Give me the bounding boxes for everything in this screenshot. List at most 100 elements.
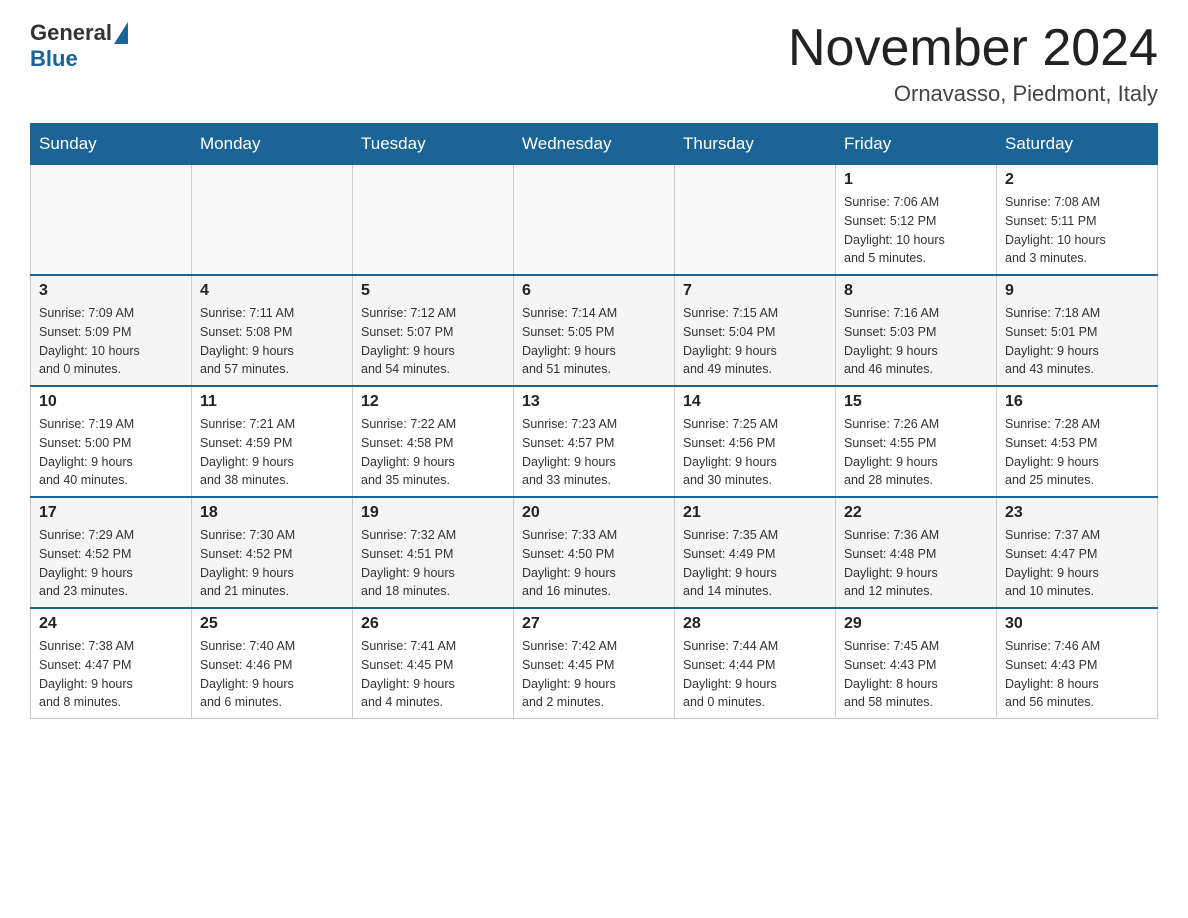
logo-general-text: General [30, 20, 112, 46]
day-info: Sunrise: 7:32 AM Sunset: 4:51 PM Dayligh… [361, 526, 505, 601]
title-area: November 2024 Ornavasso, Piedmont, Italy [788, 20, 1158, 107]
day-info: Sunrise: 7:06 AM Sunset: 5:12 PM Dayligh… [844, 193, 988, 268]
day-number: 27 [522, 615, 666, 633]
day-number: 28 [683, 615, 827, 633]
calendar-cell: 29 Sunrise: 7:45 AM Sunset: 4:43 PM Dayli… [836, 608, 997, 719]
day-info: Sunrise: 7:21 AM Sunset: 4:59 PM Dayligh… [200, 415, 344, 490]
day-number: 11 [200, 393, 344, 411]
calendar-table: SundayMondayTuesdayWednesdayThursdayFrid… [30, 123, 1158, 719]
calendar-cell [514, 165, 675, 276]
calendar-cell: 17 Sunrise: 7:29 AM Sunset: 4:52 PM Dayli… [31, 497, 192, 608]
day-info: Sunrise: 7:15 AM Sunset: 5:04 PM Dayligh… [683, 304, 827, 379]
day-info: Sunrise: 7:36 AM Sunset: 4:48 PM Dayligh… [844, 526, 988, 601]
weekday-header-sunday: Sunday [31, 124, 192, 165]
calendar-cell: 30Sunrise: 7:46 AM Sunset: 4:43 PM Dayli… [997, 608, 1158, 719]
day-number: 22 [844, 504, 988, 522]
calendar-cell: 24 Sunrise: 7:38 AM Sunset: 4:47 PM Dayli… [31, 608, 192, 719]
logo-blue-text: Blue [30, 46, 78, 72]
calendar-cell: 1 Sunrise: 7:06 AM Sunset: 5:12 PM Daylig… [836, 165, 997, 276]
day-info: Sunrise: 7:35 AM Sunset: 4:49 PM Dayligh… [683, 526, 827, 601]
weekday-header-saturday: Saturday [997, 124, 1158, 165]
day-number: 9 [1005, 282, 1149, 300]
day-info: Sunrise: 7:38 AM Sunset: 4:47 PM Dayligh… [39, 637, 183, 712]
calendar-cell: 6Sunrise: 7:14 AM Sunset: 5:05 PM Daylig… [514, 275, 675, 386]
day-number: 10 [39, 393, 183, 411]
calendar-cell: 13Sunrise: 7:23 AM Sunset: 4:57 PM Dayli… [514, 386, 675, 497]
day-number: 29 [844, 615, 988, 633]
day-number: 26 [361, 615, 505, 633]
calendar-cell: 28 Sunrise: 7:44 AM Sunset: 4:44 PM Dayli… [675, 608, 836, 719]
calendar-cell [192, 165, 353, 276]
day-info: Sunrise: 7:12 AM Sunset: 5:07 PM Dayligh… [361, 304, 505, 379]
calendar-cell: 15Sunrise: 7:26 AM Sunset: 4:55 PM Dayli… [836, 386, 997, 497]
day-info: Sunrise: 7:28 AM Sunset: 4:53 PM Dayligh… [1005, 415, 1149, 490]
weekday-header-monday: Monday [192, 124, 353, 165]
day-info: Sunrise: 7:46 AM Sunset: 4:43 PM Dayligh… [1005, 637, 1149, 712]
day-info: Sunrise: 7:22 AM Sunset: 4:58 PM Dayligh… [361, 415, 505, 490]
calendar-cell: 20Sunrise: 7:33 AM Sunset: 4:50 PM Dayli… [514, 497, 675, 608]
calendar-cell: 21Sunrise: 7:35 AM Sunset: 4:49 PM Dayli… [675, 497, 836, 608]
calendar-week-row: 3 Sunrise: 7:09 AM Sunset: 5:09 PM Daylig… [31, 275, 1158, 386]
day-info: Sunrise: 7:30 AM Sunset: 4:52 PM Dayligh… [200, 526, 344, 601]
day-info: Sunrise: 7:25 AM Sunset: 4:56 PM Dayligh… [683, 415, 827, 490]
calendar-cell: 16 Sunrise: 7:28 AM Sunset: 4:53 PM Dayli… [997, 386, 1158, 497]
day-info: Sunrise: 7:09 AM Sunset: 5:09 PM Dayligh… [39, 304, 183, 379]
day-number: 23 [1005, 504, 1149, 522]
day-info: Sunrise: 7:40 AM Sunset: 4:46 PM Dayligh… [200, 637, 344, 712]
calendar-cell [675, 165, 836, 276]
calendar-cell: 18 Sunrise: 7:30 AM Sunset: 4:52 PM Dayli… [192, 497, 353, 608]
day-number: 15 [844, 393, 988, 411]
day-number: 7 [683, 282, 827, 300]
day-number: 18 [200, 504, 344, 522]
day-info: Sunrise: 7:23 AM Sunset: 4:57 PM Dayligh… [522, 415, 666, 490]
calendar-cell: 2 Sunrise: 7:08 AM Sunset: 5:11 PM Daylig… [997, 165, 1158, 276]
calendar-week-row: 10 Sunrise: 7:19 AM Sunset: 5:00 PM Dayli… [31, 386, 1158, 497]
calendar-cell: 11 Sunrise: 7:21 AM Sunset: 4:59 PM Dayli… [192, 386, 353, 497]
calendar-week-row: 24 Sunrise: 7:38 AM Sunset: 4:47 PM Dayli… [31, 608, 1158, 719]
day-info: Sunrise: 7:29 AM Sunset: 4:52 PM Dayligh… [39, 526, 183, 601]
day-number: 17 [39, 504, 183, 522]
calendar-cell: 7 Sunrise: 7:15 AM Sunset: 5:04 PM Daylig… [675, 275, 836, 386]
calendar-cell: 25 Sunrise: 7:40 AM Sunset: 4:46 PM Dayli… [192, 608, 353, 719]
day-info: Sunrise: 7:11 AM Sunset: 5:08 PM Dayligh… [200, 304, 344, 379]
calendar-cell: 23Sunrise: 7:37 AM Sunset: 4:47 PM Dayli… [997, 497, 1158, 608]
month-title: November 2024 [788, 20, 1158, 77]
day-number: 14 [683, 393, 827, 411]
calendar-cell: 5Sunrise: 7:12 AM Sunset: 5:07 PM Daylig… [353, 275, 514, 386]
day-number: 16 [1005, 393, 1149, 411]
day-number: 19 [361, 504, 505, 522]
calendar-cell: 14 Sunrise: 7:25 AM Sunset: 4:56 PM Dayli… [675, 386, 836, 497]
day-info: Sunrise: 7:14 AM Sunset: 5:05 PM Dayligh… [522, 304, 666, 379]
calendar-cell: 19 Sunrise: 7:32 AM Sunset: 4:51 PM Dayli… [353, 497, 514, 608]
weekday-header-friday: Friday [836, 124, 997, 165]
calendar-cell [31, 165, 192, 276]
calendar-cell: 8 Sunrise: 7:16 AM Sunset: 5:03 PM Daylig… [836, 275, 997, 386]
logo-triangle-icon [114, 22, 128, 44]
day-info: Sunrise: 7:16 AM Sunset: 5:03 PM Dayligh… [844, 304, 988, 379]
day-info: Sunrise: 7:45 AM Sunset: 4:43 PM Dayligh… [844, 637, 988, 712]
day-number: 12 [361, 393, 505, 411]
day-info: Sunrise: 7:19 AM Sunset: 5:00 PM Dayligh… [39, 415, 183, 490]
day-number: 20 [522, 504, 666, 522]
day-info: Sunrise: 7:44 AM Sunset: 4:44 PM Dayligh… [683, 637, 827, 712]
day-number: 8 [844, 282, 988, 300]
day-number: 4 [200, 282, 344, 300]
day-number: 3 [39, 282, 183, 300]
location-title: Ornavasso, Piedmont, Italy [788, 81, 1158, 107]
day-number: 25 [200, 615, 344, 633]
weekday-header-wednesday: Wednesday [514, 124, 675, 165]
day-info: Sunrise: 7:41 AM Sunset: 4:45 PM Dayligh… [361, 637, 505, 712]
day-number: 1 [844, 171, 988, 189]
day-number: 2 [1005, 171, 1149, 189]
day-info: Sunrise: 7:18 AM Sunset: 5:01 PM Dayligh… [1005, 304, 1149, 379]
day-number: 24 [39, 615, 183, 633]
calendar-cell: 12 Sunrise: 7:22 AM Sunset: 4:58 PM Dayli… [353, 386, 514, 497]
weekday-header-tuesday: Tuesday [353, 124, 514, 165]
day-info: Sunrise: 7:08 AM Sunset: 5:11 PM Dayligh… [1005, 193, 1149, 268]
calendar-cell: 10 Sunrise: 7:19 AM Sunset: 5:00 PM Dayli… [31, 386, 192, 497]
calendar-week-row: 1 Sunrise: 7:06 AM Sunset: 5:12 PM Daylig… [31, 165, 1158, 276]
calendar-header-row: SundayMondayTuesdayWednesdayThursdayFrid… [31, 124, 1158, 165]
logo: General Blue [30, 20, 130, 72]
calendar-cell: 22 Sunrise: 7:36 AM Sunset: 4:48 PM Dayli… [836, 497, 997, 608]
calendar-cell: 26 Sunrise: 7:41 AM Sunset: 4:45 PM Dayli… [353, 608, 514, 719]
